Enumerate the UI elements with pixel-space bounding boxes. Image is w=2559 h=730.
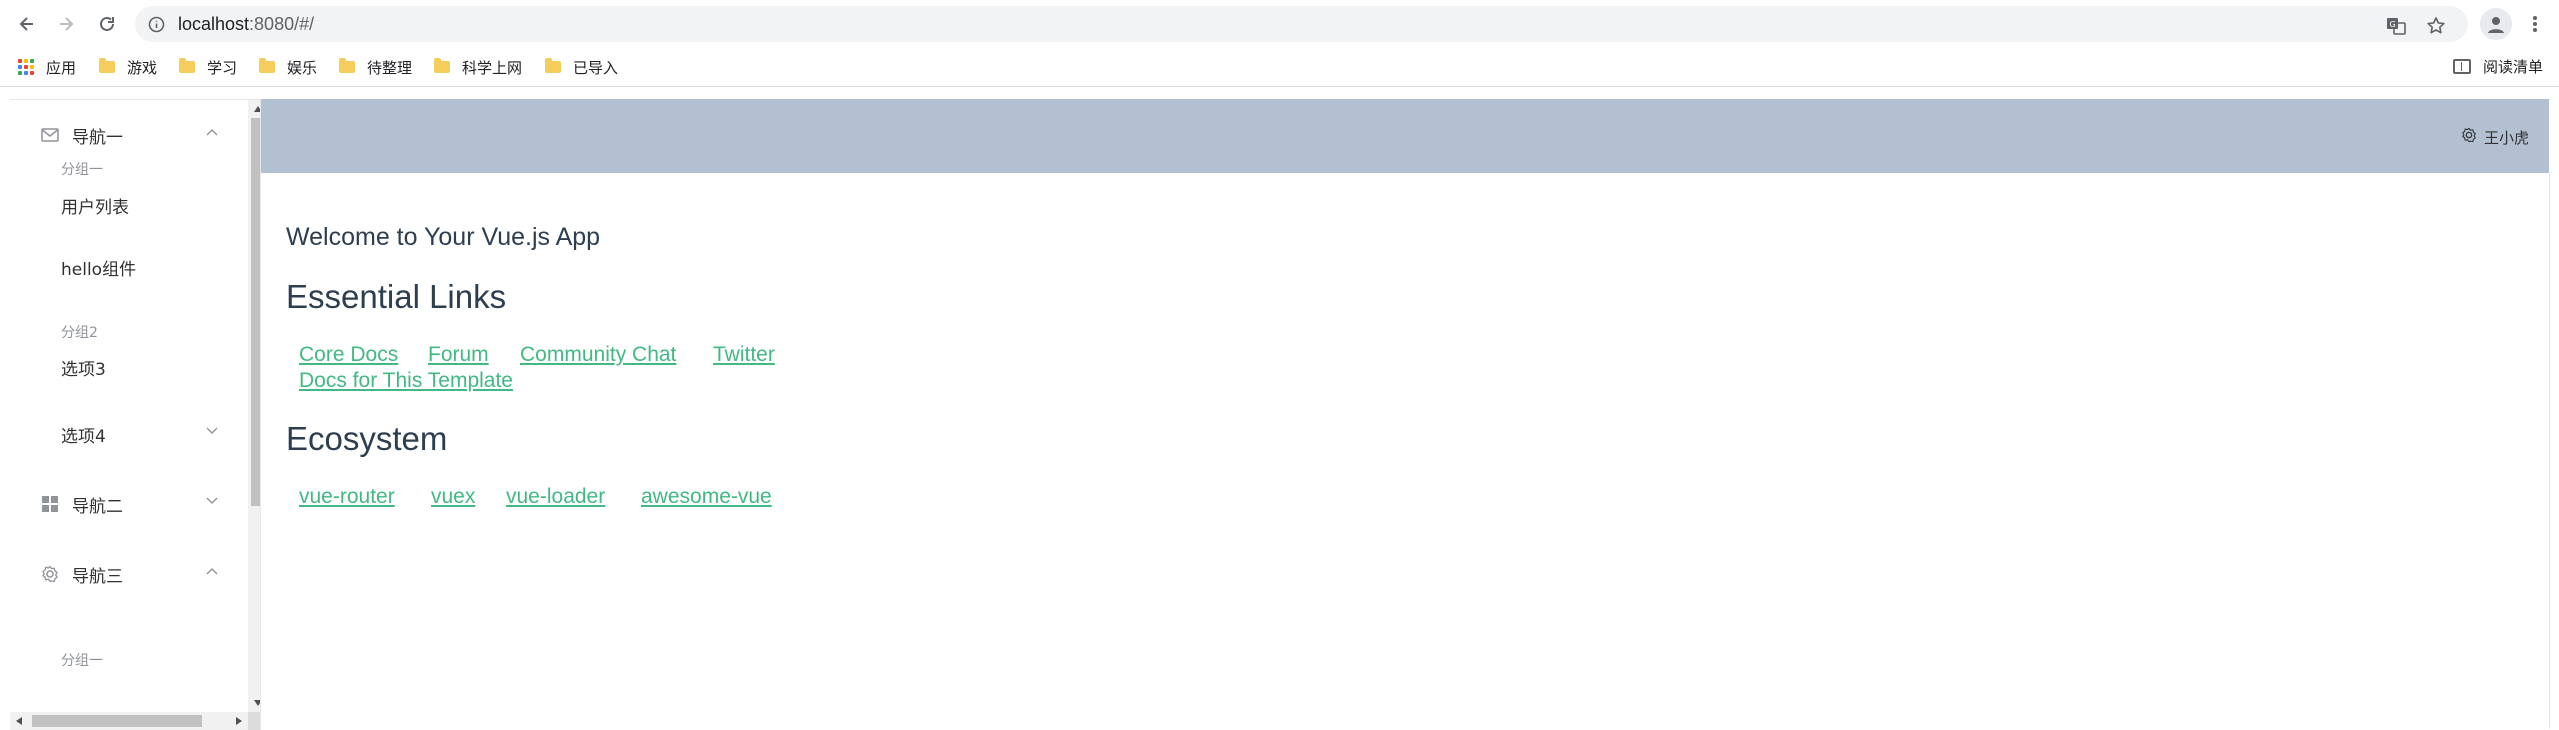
bookmark-label: 科学上网 xyxy=(462,58,523,77)
sidebar-item-hello[interactable]: hello组件 xyxy=(10,247,238,287)
sidebar-item-label: 用户列表 xyxy=(61,197,129,218)
link-vue-router[interactable]: vue-router xyxy=(299,485,395,509)
bookmark-label: 待整理 xyxy=(367,58,413,77)
sidebar-item-option4[interactable]: 选项4 xyxy=(10,414,238,454)
folder-icon xyxy=(179,58,195,73)
sidebar-item-label: 导航二 xyxy=(72,496,123,517)
svg-text:G: G xyxy=(2390,20,2396,29)
bookmark-folder[interactable]: 科学上网 xyxy=(434,56,522,78)
bookmark-label: 学习 xyxy=(207,58,238,77)
folder-icon xyxy=(434,58,450,73)
link-template-docs[interactable]: Docs for This Template xyxy=(299,369,513,393)
link-vuex[interactable]: vuex xyxy=(431,485,475,509)
arrow-left-icon xyxy=(19,17,33,31)
back-button[interactable] xyxy=(13,10,41,38)
link-forum[interactable]: Forum xyxy=(428,343,489,367)
scrollbar-corner xyxy=(248,712,260,730)
translate-icon: G xyxy=(2387,18,2406,35)
bookmark-apps[interactable]: 应用 xyxy=(18,56,76,78)
bookmark-label: 已导入 xyxy=(573,58,619,77)
info-icon[interactable] xyxy=(148,16,165,33)
sidebar-item-label: 选项4 xyxy=(61,426,106,447)
sidebar-item-nav3[interactable]: 导航三 xyxy=(10,554,238,594)
sidebar-item-label: 导航三 xyxy=(72,566,123,587)
reload-button[interactable] xyxy=(93,10,121,38)
chevron-up-icon xyxy=(206,568,218,575)
envelope-icon xyxy=(40,125,60,145)
scroll-down-arrow-icon[interactable] xyxy=(254,700,260,706)
bookmark-star-button[interactable] xyxy=(2423,13,2449,39)
chevron-down-icon xyxy=(206,497,218,504)
chevron-down-icon xyxy=(206,427,218,434)
browser-menu-button[interactable] xyxy=(2522,11,2548,37)
sidebar-horizontal-scrollbar[interactable] xyxy=(10,712,248,730)
bookmark-folder[interactable]: 待整理 xyxy=(339,56,412,78)
browser-toolbar: localhost:8080/#/ G xyxy=(0,0,2559,49)
welcome-message: Welcome to Your Vue.js App xyxy=(286,223,601,251)
gear-icon xyxy=(40,564,60,584)
sidebar-item-label: 导航一 xyxy=(72,127,123,148)
bookmark-label: 应用 xyxy=(46,58,77,77)
page-header: 王小虎 xyxy=(261,99,2549,173)
menu-group-title: 分组一 xyxy=(61,653,103,669)
bookmark-folder[interactable]: 游戏 xyxy=(99,56,157,78)
chevron-up-icon xyxy=(206,129,218,136)
more-vertical-icon xyxy=(2533,16,2537,32)
essential-links-heading: Essential Links xyxy=(286,278,507,315)
bookmark-folder[interactable]: 娱乐 xyxy=(259,56,317,78)
scrollbar-thumb[interactable] xyxy=(32,715,202,727)
reading-list-label: 阅读清单 xyxy=(2482,58,2543,76)
reading-list-icon xyxy=(2452,59,2471,74)
page-viewport: 导航一 分组一 用户列表 hello组件 分组2 选项3 选项4 导航二 导航三… xyxy=(0,87,2559,730)
sidebar-item-user-list[interactable]: 用户列表 xyxy=(10,185,238,225)
menu-group-title: 分组一 xyxy=(61,162,103,178)
star-icon xyxy=(2427,17,2445,34)
user-name[interactable]: 王小虎 xyxy=(2484,127,2529,148)
main-content: Welcome to Your Vue.js App Essential Lin… xyxy=(261,173,2550,729)
link-vue-loader[interactable]: vue-loader xyxy=(506,485,605,509)
url-text[interactable]: localhost:8080/#/ xyxy=(178,14,314,35)
sidebar-menu: 导航一 分组一 用户列表 hello组件 分组2 选项3 选项4 导航二 导航三… xyxy=(10,100,238,710)
person-icon xyxy=(2488,17,2504,33)
link-twitter[interactable]: Twitter xyxy=(713,343,775,367)
reload-icon xyxy=(100,16,114,31)
grid-icon xyxy=(40,494,60,514)
bookmark-label: 娱乐 xyxy=(287,58,318,77)
scroll-left-arrow-icon[interactable] xyxy=(16,717,22,725)
bookmark-label: 游戏 xyxy=(127,58,158,77)
apps-grid-icon xyxy=(18,59,34,75)
link-core-docs[interactable]: Core Docs xyxy=(299,343,398,367)
folder-icon xyxy=(339,58,355,73)
bookmark-folder[interactable]: 已导入 xyxy=(545,56,618,78)
address-bar[interactable]: localhost:8080/#/ G xyxy=(135,6,2468,42)
profile-button[interactable] xyxy=(2480,8,2512,40)
scrollbar-thumb[interactable] xyxy=(251,118,260,506)
forward-button[interactable] xyxy=(52,10,80,38)
translate-button[interactable]: G xyxy=(2383,13,2409,39)
url-host: localhost xyxy=(178,14,250,34)
sidebar-vertical-scrollbar[interactable] xyxy=(248,100,260,712)
link-awesome-vue[interactable]: awesome-vue xyxy=(641,485,772,509)
sidebar-item-nav1[interactable]: 导航一 xyxy=(10,115,238,155)
folder-icon xyxy=(99,58,115,73)
arrow-right-icon xyxy=(60,17,74,31)
sidebar-item-option3[interactable]: 选项3 xyxy=(10,347,238,387)
bookmark-folder[interactable]: 学习 xyxy=(179,56,237,78)
scroll-up-arrow-icon[interactable] xyxy=(254,106,260,112)
bookmarks-bar: 应用 游戏 学习 娱乐 待整理 科学上网 已导入 阅读清单 xyxy=(0,49,2559,87)
ecosystem-heading: Ecosystem xyxy=(286,420,448,457)
scroll-right-arrow-icon[interactable] xyxy=(236,717,242,725)
reading-list-button[interactable]: 阅读清单 xyxy=(2452,56,2543,77)
gear-icon[interactable] xyxy=(2461,127,2477,143)
menu-group-title: 分组2 xyxy=(61,325,98,341)
sidebar-item-nav2[interactable]: 导航二 xyxy=(10,484,238,524)
sidebar-item-label: hello组件 xyxy=(61,259,137,280)
link-community-chat[interactable]: Community Chat xyxy=(520,343,676,367)
url-path: :8080/#/ xyxy=(249,14,315,34)
folder-icon xyxy=(259,58,275,73)
folder-icon xyxy=(545,58,561,73)
sidebar: 导航一 分组一 用户列表 hello组件 分组2 选项3 选项4 导航二 导航三… xyxy=(10,99,261,730)
sidebar-item-label: 选项3 xyxy=(61,359,106,380)
